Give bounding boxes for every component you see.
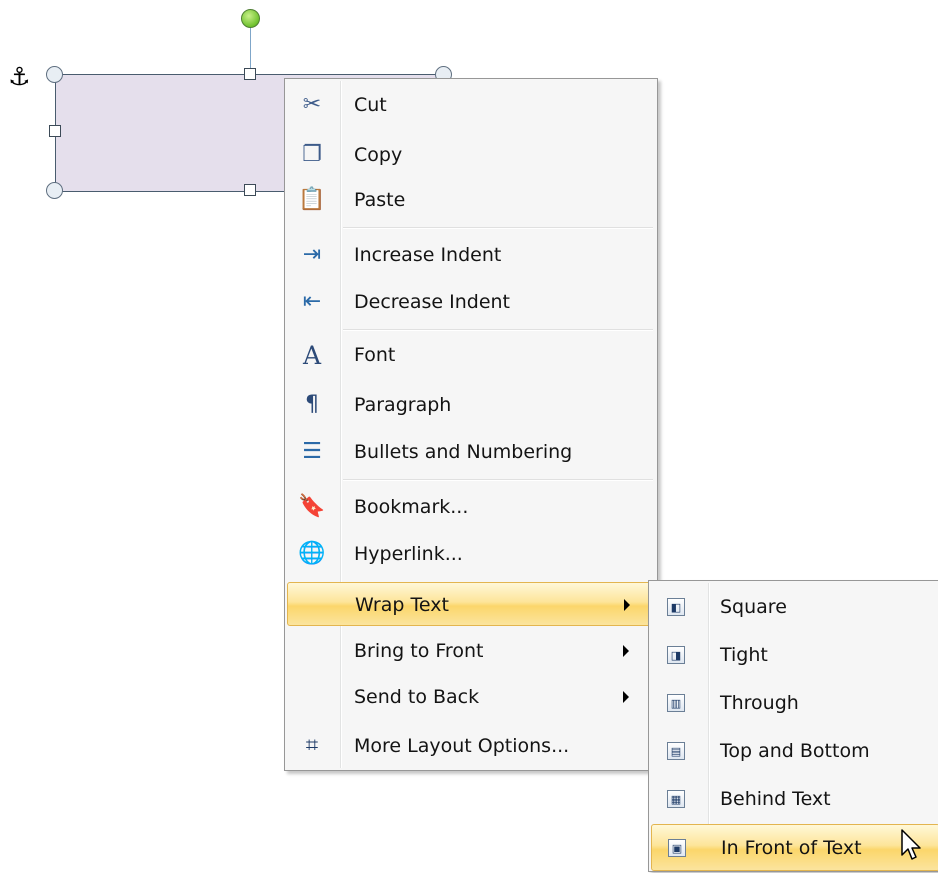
wrap-text-submenu: ◧ Square ◨ Tight ▥ Through ▤ Top and Bottom ▦ Beh… bbox=[648, 580, 938, 872]
menu-item-copy[interactable]: ❐ Copy bbox=[287, 133, 655, 177]
menu-item-bookmark[interactable]: 🔖 Bookmark... bbox=[287, 485, 655, 529]
menu-item-label: Send to Back bbox=[354, 686, 480, 708]
resize-handle-bottom[interactable] bbox=[244, 184, 256, 196]
submenu-item-tight[interactable]: ◨ Tight bbox=[651, 632, 938, 679]
menu-item-wrap-text[interactable]: Wrap Text bbox=[287, 582, 655, 626]
menu-item-label: Bring to Front bbox=[354, 640, 484, 662]
submenu-item-in-front-of-text[interactable]: ▣ In Front of Text bbox=[651, 824, 938, 871]
paste-icon: 📋 bbox=[298, 187, 326, 212]
menu-item-more-layout-options[interactable]: ⌗ More Layout Options... bbox=[287, 724, 655, 768]
menu-item-font[interactable]: A Font bbox=[287, 333, 655, 377]
rotation-connector bbox=[250, 28, 251, 72]
submenu-item-label: Square bbox=[720, 596, 787, 618]
wrap-top-bottom-icon: ▤ bbox=[665, 740, 687, 762]
menu-item-bring-to-front[interactable]: Bring to Front bbox=[287, 629, 655, 673]
menu-separator bbox=[343, 227, 653, 229]
copy-icon: ❐ bbox=[302, 142, 322, 167]
menu-item-bullets-and-numbering[interactable]: ☰ Bullets and Numbering bbox=[287, 430, 655, 474]
hyperlink-icon: 🌐 bbox=[298, 541, 326, 566]
submenu-item-behind-text[interactable]: ▦ Behind Text bbox=[651, 776, 938, 823]
submenu-arrow-icon bbox=[624, 599, 630, 611]
menu-separator bbox=[343, 329, 653, 331]
menu-separator bbox=[343, 479, 653, 481]
menu-item-cut[interactable]: ✂ Cut bbox=[287, 83, 655, 127]
menu-item-label: Bookmark... bbox=[354, 496, 469, 518]
wrap-in-front-icon: ▣ bbox=[666, 837, 688, 859]
wrap-square-icon: ◧ bbox=[665, 596, 687, 618]
rotation-handle[interactable] bbox=[241, 9, 260, 28]
menu-item-decrease-indent[interactable]: ⇤ Decrease Indent bbox=[287, 280, 655, 324]
menu-item-label: Wrap Text bbox=[355, 594, 449, 616]
menu-item-send-to-back[interactable]: Send to Back bbox=[287, 675, 655, 719]
layout-options-icon: ⌗ bbox=[305, 733, 319, 758]
submenu-item-square[interactable]: ◧ Square bbox=[651, 584, 938, 631]
paragraph-icon: ¶ bbox=[305, 392, 319, 417]
bullets-icon: ☰ bbox=[302, 439, 322, 464]
submenu-item-label: Through bbox=[720, 692, 799, 714]
resize-handle-left[interactable] bbox=[49, 125, 61, 137]
bookmark-icon: 🔖 bbox=[298, 494, 326, 519]
menu-item-label: Decrease Indent bbox=[354, 291, 511, 313]
submenu-item-label: Top and Bottom bbox=[720, 740, 870, 762]
menu-item-hyperlink[interactable]: 🌐 Hyperlink... bbox=[287, 532, 655, 576]
resize-handle-bottom-left[interactable] bbox=[46, 182, 63, 199]
anchor-icon[interactable]: ⚓ bbox=[8, 62, 30, 92]
mouse-pointer-icon bbox=[901, 829, 921, 860]
scissors-icon: ✂ bbox=[302, 92, 322, 117]
submenu-item-top-and-bottom[interactable]: ▤ Top and Bottom bbox=[651, 728, 938, 775]
menu-item-label: Increase Indent bbox=[354, 244, 502, 266]
font-icon: A bbox=[302, 340, 322, 370]
menu-item-label: More Layout Options... bbox=[354, 735, 570, 757]
wrap-through-icon: ▥ bbox=[665, 692, 687, 714]
submenu-item-label: Behind Text bbox=[720, 788, 831, 810]
menu-item-label: Paragraph bbox=[354, 394, 452, 416]
menu-item-paste[interactable]: 📋 Paste bbox=[287, 178, 655, 222]
menu-item-label: Hyperlink... bbox=[354, 543, 463, 565]
resize-handle-top-left[interactable] bbox=[46, 66, 63, 83]
context-menu: ✂ Cut ❐ Copy 📋 Paste ⇥ Increase Indent ⇤ Decrease… bbox=[284, 78, 658, 771]
resize-handle-top[interactable] bbox=[244, 68, 256, 80]
wrap-tight-icon: ◨ bbox=[665, 644, 687, 666]
wrap-behind-text-icon: ▦ bbox=[665, 788, 687, 810]
menu-item-increase-indent[interactable]: ⇥ Increase Indent bbox=[287, 233, 655, 277]
menu-item-label: Bullets and Numbering bbox=[354, 441, 573, 463]
menu-item-label: Paste bbox=[354, 189, 406, 211]
menu-item-label: Cut bbox=[354, 94, 387, 116]
increase-indent-icon: ⇥ bbox=[302, 242, 322, 267]
submenu-item-label: In Front of Text bbox=[721, 837, 862, 859]
submenu-arrow-icon bbox=[623, 691, 629, 703]
decrease-indent-icon: ⇤ bbox=[302, 289, 322, 314]
submenu-arrow-icon bbox=[623, 645, 629, 657]
submenu-item-through[interactable]: ▥ Through bbox=[651, 680, 938, 727]
menu-item-label: Copy bbox=[354, 144, 403, 166]
submenu-item-label: Tight bbox=[720, 644, 768, 666]
menu-item-label: Font bbox=[354, 344, 396, 366]
menu-item-paragraph[interactable]: ¶ Paragraph bbox=[287, 383, 655, 427]
